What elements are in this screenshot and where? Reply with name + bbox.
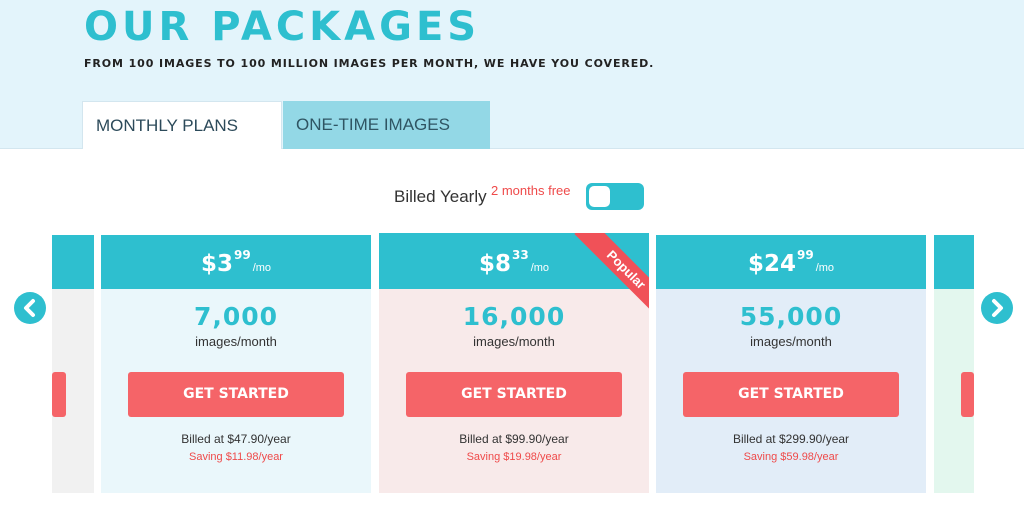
partial-card-header xyxy=(52,235,94,289)
page-title: OUR PACKAGES xyxy=(84,4,481,50)
price-cents: 33 xyxy=(511,248,529,262)
billing-label: Billed Yearly xyxy=(394,187,487,206)
partial-card-button[interactable] xyxy=(52,372,66,417)
billing-promo: 2 months free xyxy=(491,183,571,198)
plan-card-partial-left xyxy=(52,235,94,493)
get-started-button[interactable]: GET STARTED xyxy=(406,372,622,417)
partial-card-button[interactable] xyxy=(961,372,974,417)
popular-badge: Popular xyxy=(574,233,649,313)
plan-card-header: $2499/mo xyxy=(656,235,926,289)
plan-image-unit: images/month xyxy=(750,334,832,349)
partial-card-header xyxy=(934,235,974,289)
plan-price: $833/mo xyxy=(479,248,549,277)
toggle-knob xyxy=(589,186,610,207)
plan-billed-text: Billed at $47.90/year xyxy=(181,432,291,446)
plan-price: $399/mo xyxy=(201,248,271,277)
price-period: /mo xyxy=(252,262,272,274)
plan-card: $2499/mo 55,000 images/month GET STARTED… xyxy=(656,235,926,493)
plan-saving-text: Saving $59.98/year xyxy=(743,451,839,463)
plan-card-popular: $833/mo Popular 16,000 images/month GET … xyxy=(379,233,649,493)
price-dollars: $3 xyxy=(200,251,233,277)
plan-price: $2499/mo xyxy=(748,248,834,277)
plan-image-unit: images/month xyxy=(473,334,555,349)
plan-image-unit: images/month xyxy=(195,334,277,349)
billing-toggle[interactable] xyxy=(586,183,644,210)
plan-saving-text: Saving $11.98/year xyxy=(189,451,283,463)
plan-image-count: 55,000 xyxy=(739,302,843,331)
popular-ribbon: Popular xyxy=(569,233,649,313)
plan-saving-text: Saving $19.98/year xyxy=(466,451,562,463)
carousel-prev-button[interactable] xyxy=(14,292,46,324)
chevron-right-icon xyxy=(992,299,1003,317)
carousel-next-button[interactable] xyxy=(981,292,1013,324)
page-subtitle: FROM 100 IMAGES TO 100 MILLION IMAGES PE… xyxy=(84,57,655,70)
get-started-button[interactable]: GET STARTED xyxy=(128,372,344,417)
price-cents: 99 xyxy=(233,248,251,262)
price-dollars: $24 xyxy=(747,251,796,277)
plan-billed-text: Billed at $299.90/year xyxy=(732,432,850,446)
tab-monthly-plans[interactable]: MONTHLY PLANS xyxy=(82,101,282,149)
plan-image-count: 7,000 xyxy=(193,302,279,331)
price-period: /mo xyxy=(530,262,550,274)
price-period: /mo xyxy=(815,262,835,274)
chevron-left-icon xyxy=(24,299,35,317)
price-dollars: $8 xyxy=(478,251,511,277)
price-cents: 99 xyxy=(796,248,814,262)
plan-card-partial-right xyxy=(934,235,974,493)
plan-card-header: $399/mo xyxy=(101,235,371,289)
get-started-button[interactable]: GET STARTED xyxy=(683,372,899,417)
plan-card: $399/mo 7,000 images/month GET STARTED B… xyxy=(101,235,371,493)
plan-billed-text: Billed at $99.90/year xyxy=(459,432,569,446)
tab-one-time-images[interactable]: ONE-TIME IMAGES xyxy=(283,101,490,149)
